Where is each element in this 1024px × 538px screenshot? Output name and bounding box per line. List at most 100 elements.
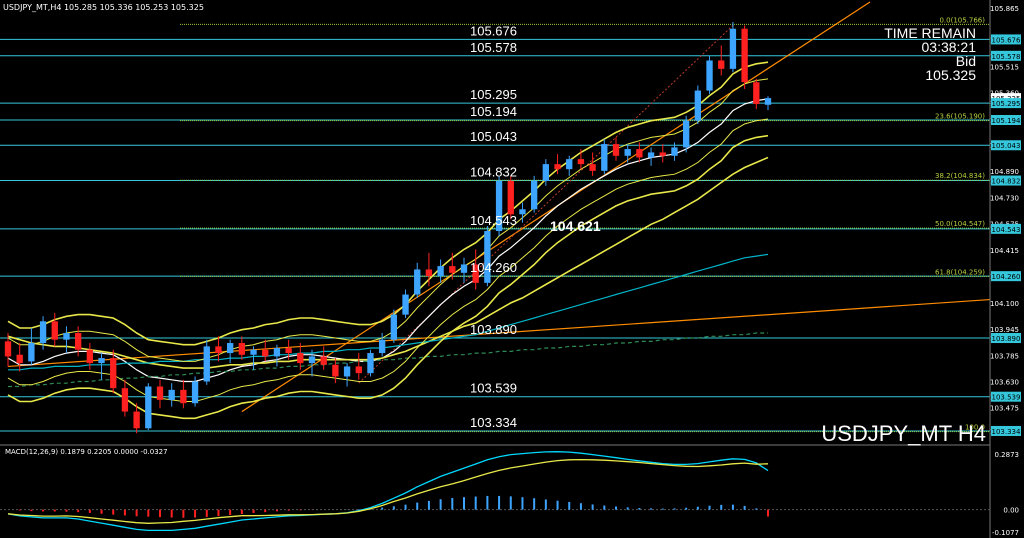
level-label: 104.543 bbox=[470, 213, 517, 228]
candle-body bbox=[414, 269, 421, 295]
candle-body bbox=[542, 164, 550, 181]
mid-price-label: 104.621 bbox=[550, 218, 601, 234]
candle-body bbox=[566, 159, 573, 170]
candle-body bbox=[390, 314, 398, 340]
candle-body bbox=[51, 321, 58, 340]
candle-body bbox=[718, 60, 725, 69]
candle-body bbox=[378, 339, 386, 354]
candle-body bbox=[367, 353, 374, 374]
candle-body bbox=[343, 366, 351, 377]
price-tag-label: 103.334 bbox=[992, 428, 1021, 436]
candle-body bbox=[121, 388, 129, 412]
fib-label: 0.0(105.766) bbox=[939, 16, 985, 24]
bid-value: 105.325 bbox=[925, 67, 976, 83]
candle-body bbox=[402, 294, 409, 315]
candle-body bbox=[74, 333, 82, 350]
candle-body bbox=[168, 389, 175, 400]
candle-body bbox=[601, 144, 608, 171]
candle-body bbox=[332, 364, 339, 377]
level-label: 105.043 bbox=[470, 129, 517, 144]
candle-body bbox=[612, 144, 620, 156]
candle-body bbox=[741, 28, 748, 83]
candle-body bbox=[425, 269, 433, 277]
y-tick-label: 105.865 bbox=[990, 5, 1019, 13]
macd-y-tick-label: -0.1077 bbox=[992, 529, 1019, 537]
candle-body bbox=[460, 264, 468, 273]
candle-body bbox=[133, 411, 140, 429]
y-tick-label: 103.475 bbox=[990, 404, 1019, 412]
candle-body bbox=[624, 149, 631, 156]
price-tag-label: 105.043 bbox=[992, 142, 1021, 150]
candle-body bbox=[519, 209, 526, 215]
y-tick-label: 104.730 bbox=[990, 195, 1019, 203]
candle-body bbox=[180, 389, 187, 404]
level-label: 103.334 bbox=[470, 415, 517, 430]
candle-body bbox=[437, 266, 444, 277]
price-tag-label: 103.890 bbox=[992, 335, 1021, 343]
candle-body bbox=[285, 348, 292, 354]
candle-body bbox=[554, 164, 561, 170]
symbol-label: USDJPY_MT H4 bbox=[821, 421, 986, 446]
level-label: 104.260 bbox=[470, 260, 517, 275]
candle-body bbox=[355, 366, 362, 374]
price-tag-label: 105.676 bbox=[992, 36, 1021, 44]
y-tick-label: 103.630 bbox=[990, 378, 1019, 386]
y-tick-label: 103.945 bbox=[990, 326, 1019, 334]
chart-canvas[interactable]: 0.0(105.766) 23.6(105.190) 38.2(104.834) 50… bbox=[0, 0, 1024, 538]
candle-body bbox=[86, 349, 94, 364]
candle-body bbox=[250, 349, 257, 355]
candle-body bbox=[659, 152, 666, 156]
fib-label: 23.6(105.190) bbox=[935, 113, 985, 121]
level-label: 105.676 bbox=[470, 23, 517, 38]
candle-body bbox=[507, 180, 514, 215]
candle-body bbox=[215, 346, 222, 354]
price-tag-label: 103.539 bbox=[992, 394, 1021, 402]
candle-body bbox=[694, 90, 702, 121]
macd-title: MACD(12,26,9) 0.1879 0.2205 0.0000 -0.03… bbox=[5, 448, 168, 456]
candle-body bbox=[145, 386, 152, 429]
candle-body bbox=[273, 348, 281, 357]
candle-body bbox=[589, 164, 596, 171]
candle-body bbox=[4, 341, 12, 357]
candle-body bbox=[98, 358, 105, 364]
candle-body bbox=[530, 180, 538, 210]
candle-body bbox=[226, 343, 234, 354]
macd-y-tick-label: 0.2873 bbox=[995, 451, 1020, 459]
candle-body bbox=[764, 98, 772, 105]
y-tick-label: 104.100 bbox=[990, 300, 1019, 308]
candle-body bbox=[297, 353, 304, 364]
candle-body bbox=[308, 356, 316, 364]
candle-body bbox=[671, 147, 678, 156]
candle-body bbox=[449, 266, 456, 273]
price-tag-label: 105.578 bbox=[992, 53, 1021, 61]
macd-y-tick-label: 0.00 bbox=[1003, 507, 1019, 515]
candle-body bbox=[39, 321, 47, 344]
candle-body bbox=[238, 343, 246, 355]
candle-body bbox=[753, 82, 760, 104]
level-label: 103.890 bbox=[470, 322, 517, 337]
chart-header: USDJPY_MT,H4 105.285 105.336 105.253 105… bbox=[3, 3, 204, 12]
candle-body bbox=[16, 354, 23, 364]
y-tick-label: 105.515 bbox=[990, 63, 1019, 71]
fib-label: 38.2(104.834) bbox=[935, 172, 985, 180]
y-tick-label: 104.415 bbox=[990, 247, 1019, 255]
level-label: 104.832 bbox=[470, 165, 517, 180]
y-tick-label: 103.785 bbox=[990, 353, 1019, 361]
level-label: 103.539 bbox=[470, 381, 517, 396]
price-tag-label: 104.260 bbox=[992, 273, 1021, 281]
candle-body bbox=[320, 356, 327, 365]
candle-body bbox=[63, 333, 70, 340]
level-label: 105.194 bbox=[470, 104, 517, 119]
candle-body bbox=[647, 152, 655, 158]
y-tick-label: 104.890 bbox=[990, 168, 1019, 176]
candle-body bbox=[636, 149, 643, 158]
candle-body bbox=[577, 159, 585, 165]
price-tag-label: 104.543 bbox=[992, 226, 1021, 234]
level-label: 105.578 bbox=[470, 40, 517, 55]
fib-label: 50.0(104.547) bbox=[935, 220, 985, 228]
candle-body bbox=[110, 358, 117, 389]
candle-body bbox=[191, 381, 199, 404]
price-tag-label: 105.194 bbox=[992, 117, 1021, 125]
candle-body bbox=[706, 60, 713, 91]
candle-body bbox=[262, 349, 269, 357]
